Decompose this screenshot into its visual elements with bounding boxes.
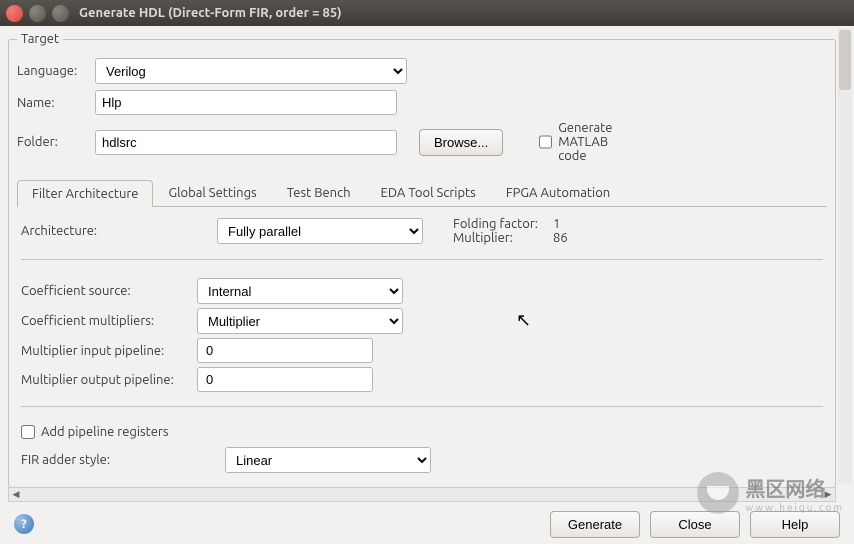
separator [21,406,823,407]
multiplier-count-label: Multiplier: [453,231,553,245]
separator [21,259,823,260]
close-button[interactable]: Close [650,511,740,538]
scroll-left-icon[interactable]: ◀ [9,489,23,500]
horizontal-scrollbar[interactable]: ◀▶ [8,487,836,502]
generate-matlab-checkbox[interactable]: Generate MATLAB code [539,121,611,163]
titlebar: Generate HDL (Direct-Form FIR, order = 8… [0,0,854,26]
add-pipeline-checkbox[interactable]: Add pipeline registers [21,425,169,439]
coeff-multipliers-label: Coefficient multipliers: [21,314,197,328]
fir-adder-style-select[interactable]: Linear [225,447,431,473]
tab-eda-tool-scripts[interactable]: EDA Tool Scripts [366,179,491,206]
vertical-scrollbar[interactable] [838,28,852,484]
tab-global-settings[interactable]: Global Settings [153,179,271,206]
tab-bar: Filter Architecture Global Settings Test… [17,179,827,207]
folder-input[interactable] [95,130,397,155]
help-icon[interactable]: ? [14,514,34,534]
mult-output-pipeline-label: Multiplier output pipeline: [21,373,197,387]
tab-filter-architecture[interactable]: Filter Architecture [17,180,153,207]
language-select[interactable]: Verilog [95,58,407,84]
footer: ? Generate Close Help [0,504,854,544]
mult-input-pipeline-label: Multiplier input pipeline: [21,344,197,358]
coeff-source-select[interactable]: Internal [197,278,403,304]
generate-matlab-label: Generate MATLAB code [558,121,612,163]
folding-factor-label: Folding factor: [453,217,553,231]
minimize-icon[interactable] [29,5,46,22]
fir-adder-style-label: FIR adder style: [21,453,225,467]
architecture-label: Architecture: [21,224,197,238]
name-label: Name: [17,96,89,110]
coeff-multipliers-select[interactable]: Multiplier [197,308,403,334]
scroll-right-icon[interactable]: ▶ [821,489,835,500]
generate-matlab-cb[interactable] [539,135,552,149]
tab-fpga-automation[interactable]: FPGA Automation [491,179,625,206]
mult-input-pipeline-input[interactable] [197,338,373,363]
name-input[interactable] [95,90,397,115]
arch-stats: Folding factor:1 Multiplier:86 [453,217,568,245]
window-title: Generate HDL (Direct-Form FIR, order = 8… [79,6,342,20]
architecture-select[interactable]: Fully parallel [217,218,423,244]
browse-button[interactable]: Browse... [419,129,503,156]
maximize-icon[interactable] [52,5,69,22]
add-pipeline-cb[interactable] [21,425,35,439]
target-group: Target Language: Verilog Name: Folder: B… [8,32,836,488]
generate-button[interactable]: Generate [550,511,640,538]
help-button[interactable]: Help [750,511,840,538]
close-icon[interactable] [6,5,23,22]
content-area: Target Language: Verilog Name: Folder: B… [0,26,854,504]
add-pipeline-label: Add pipeline registers [41,425,169,439]
folder-label: Folder: [17,135,89,149]
filter-architecture-pane: Architecture: Fully parallel Folding fac… [17,207,827,473]
folding-factor-value: 1 [553,217,560,231]
language-label: Language: [17,64,89,78]
coeff-source-label: Coefficient source: [21,284,197,298]
mult-output-pipeline-input[interactable] [197,367,373,392]
scrollbar-thumb[interactable] [839,30,851,90]
target-legend: Target [17,32,63,46]
multiplier-count-value: 86 [553,231,568,245]
tab-test-bench[interactable]: Test Bench [272,179,366,206]
